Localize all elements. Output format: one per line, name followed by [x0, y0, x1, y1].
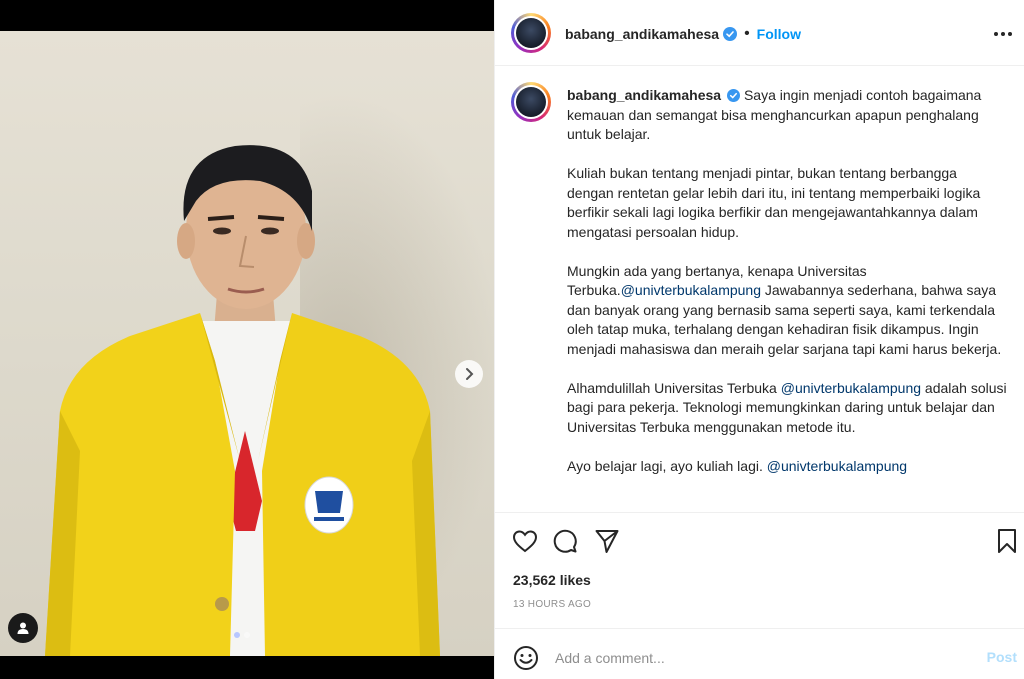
- carousel-dot-active: [234, 632, 240, 638]
- caption-paragraph-1: babang_andikamahesa Saya ingin menjadi c…: [567, 86, 1007, 145]
- verified-badge-icon: [723, 27, 738, 41]
- more-options-button[interactable]: [991, 22, 1015, 46]
- comment-input[interactable]: [555, 643, 955, 673]
- likes-count[interactable]: 23,562 likes: [513, 572, 591, 588]
- post-comment-button[interactable]: Post: [987, 649, 1017, 665]
- header-user: babang_andikamahesa • Follow: [565, 25, 801, 43]
- caption-area: babang_andikamahesa Saya ingin menjadi c…: [495, 66, 1024, 512]
- caption-avatar[interactable]: [511, 82, 551, 122]
- comment-bubble-icon: [553, 529, 577, 553]
- avatar[interactable]: [511, 13, 551, 53]
- post-media: [0, 0, 494, 679]
- chevron-right-icon: [466, 368, 474, 380]
- separator-dot: •: [744, 25, 750, 42]
- caption-text-p4a: Alhamdulillah Universitas Terbuka: [567, 379, 781, 396]
- post-header: babang_andikamahesa • Follow: [495, 0, 1024, 66]
- verified-badge-icon: [727, 89, 741, 102]
- caption-paragraph-5: Ayo belajar lagi, ayo kuliah lagi. @univ…: [567, 457, 1007, 477]
- comment-button[interactable]: [551, 527, 579, 555]
- caption-paragraph-2: Kuliah bukan tentang menjadi pintar, buk…: [567, 165, 981, 240]
- mention-link[interactable]: @univterbukalampung: [767, 458, 907, 474]
- post-timestamp[interactable]: 13 HOURS AGO: [513, 599, 591, 610]
- smiley-icon[interactable]: [513, 645, 539, 671]
- heart-icon: [512, 530, 538, 553]
- follow-button[interactable]: Follow: [757, 26, 801, 42]
- caption-text: babang_andikamahesa Saya ingin menjadi c…: [567, 86, 1007, 496]
- carousel-dot: [244, 632, 250, 638]
- save-button[interactable]: [993, 527, 1021, 555]
- action-bar: [495, 512, 1024, 568]
- caption-text-p5a: Ayo belajar lagi, ayo kuliah lagi.: [567, 457, 767, 474]
- paper-plane-icon: [595, 530, 619, 553]
- post-details-panel: babang_andikamahesa • Follow babang_andi…: [494, 0, 1024, 679]
- username-link[interactable]: babang_andikamahesa: [565, 26, 719, 42]
- person-figure: [45, 145, 440, 656]
- next-slide-button[interactable]: [455, 360, 483, 388]
- mention-link[interactable]: @univterbukalampung: [621, 282, 761, 298]
- like-button[interactable]: [511, 527, 539, 555]
- caption-paragraph-4: Alhamdulillah Universitas Terbuka @univt…: [567, 379, 1007, 438]
- comment-bar: Post: [495, 628, 1024, 679]
- user-tag-icon: [17, 622, 29, 634]
- share-button[interactable]: [593, 527, 621, 555]
- post-photo[interactable]: [0, 31, 494, 656]
- caption-username-link[interactable]: babang_andikamahesa: [567, 87, 721, 103]
- tagged-users-button[interactable]: [8, 613, 38, 643]
- carousel-indicator: [234, 632, 250, 638]
- caption-paragraph-3: Mungkin ada yang bertanya, kenapa Univer…: [567, 262, 1007, 360]
- more-options-icon: [994, 32, 1012, 36]
- bookmark-icon: [998, 529, 1016, 553]
- mention-link[interactable]: @univterbukalampung: [781, 380, 921, 396]
